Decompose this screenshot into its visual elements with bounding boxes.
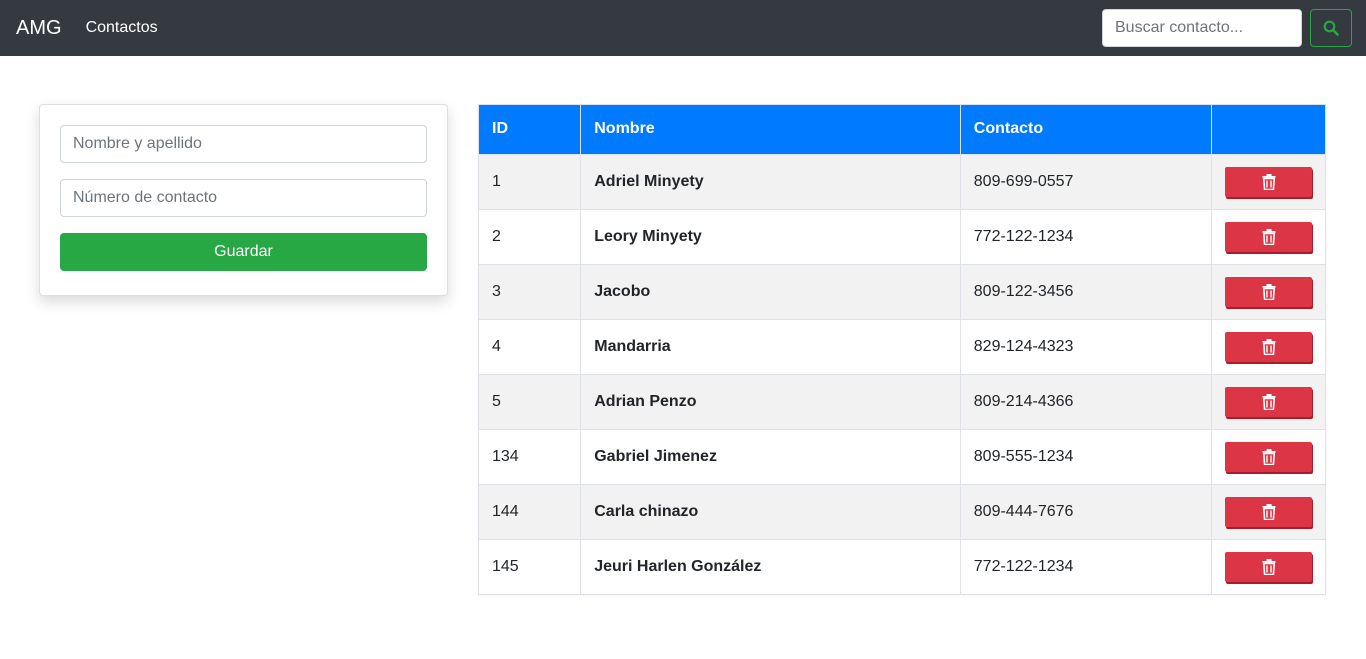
table-row: 144 Carla chinazo 809-444-7676 (479, 483, 1325, 539)
trash-icon (1262, 173, 1275, 190)
table-row: 1 Adriel Minyety 809-699-0557 (479, 153, 1325, 209)
cell-contact: 809-555-1234 (960, 428, 1213, 484)
delete-button[interactable] (1225, 496, 1312, 527)
delete-button[interactable] (1225, 441, 1312, 472)
cell-contact: 829-124-4323 (960, 318, 1213, 374)
cell-name: Adriel Minyety (580, 153, 961, 209)
header-nombre: Nombre (580, 105, 961, 154)
trash-icon (1262, 228, 1275, 245)
cell-actions (1211, 483, 1325, 539)
trash-icon (1262, 338, 1275, 355)
cell-id: 4 (479, 318, 582, 374)
delete-button[interactable] (1225, 386, 1312, 417)
nav-link-contactos[interactable]: Contactos (86, 19, 158, 37)
cell-id: 2 (479, 208, 582, 264)
header-actions (1211, 105, 1325, 154)
search-input[interactable] (1102, 9, 1302, 47)
cell-id: 3 (479, 263, 582, 319)
delete-button[interactable] (1225, 221, 1312, 252)
contacts-table: ID Nombre Contacto 1 Adriel Minyety 809-69… (478, 104, 1326, 595)
search-form (1102, 9, 1352, 47)
header-contacto: Contacto (960, 105, 1213, 154)
cell-id: 144 (479, 483, 582, 539)
delete-button[interactable] (1225, 331, 1312, 362)
table-row: 3 Jacobo 809-122-3456 (479, 263, 1325, 319)
name-field[interactable] (60, 125, 427, 163)
cell-actions (1211, 208, 1325, 264)
cell-actions (1211, 263, 1325, 319)
trash-icon (1262, 283, 1275, 300)
cell-actions (1211, 428, 1325, 484)
cell-actions (1211, 538, 1325, 594)
cell-name: Adrian Penzo (580, 373, 961, 429)
trash-icon (1262, 393, 1275, 410)
table-row: 4 Mandarria 829-124-4323 (479, 318, 1325, 374)
cell-id: 1 (479, 153, 582, 209)
trash-icon (1262, 558, 1275, 575)
brand-link[interactable]: AMG (16, 17, 62, 40)
table-row: 134 Gabriel Jimenez 809-555-1234 (479, 428, 1325, 484)
navbar: AMG Contactos (0, 0, 1366, 56)
cell-id: 5 (479, 373, 582, 429)
cell-contact: 809-214-4366 (960, 373, 1213, 429)
delete-button[interactable] (1225, 166, 1312, 197)
table-header-row: ID Nombre Contacto (479, 105, 1325, 154)
contact-form-card: Guardar (39, 104, 448, 296)
delete-button[interactable] (1225, 551, 1312, 582)
trash-icon (1262, 448, 1275, 465)
cell-contact: 809-699-0557 (960, 153, 1213, 209)
cell-contact: 772-122-1234 (960, 208, 1213, 264)
cell-id: 145 (479, 538, 582, 594)
table-row: 145 Jeuri Harlen González 772-122-1234 (479, 538, 1325, 594)
cell-name: Carla chinazo (580, 483, 961, 539)
cell-actions (1211, 373, 1325, 429)
save-button[interactable]: Guardar (60, 233, 427, 271)
table-row: 5 Adrian Penzo 809-214-4366 (479, 373, 1325, 429)
cell-name: Leory Minyety (580, 208, 961, 264)
search-icon (1323, 20, 1339, 36)
cell-name: Jeuri Harlen González (580, 538, 961, 594)
cell-contact: 809-444-7676 (960, 483, 1213, 539)
search-button[interactable] (1310, 9, 1352, 47)
table-row: 2 Leory Minyety 772-122-1234 (479, 208, 1325, 264)
cell-contact: 809-122-3456 (960, 263, 1213, 319)
cell-id: 134 (479, 428, 582, 484)
phone-field[interactable] (60, 179, 427, 217)
trash-icon (1262, 503, 1275, 520)
header-id: ID (479, 105, 582, 154)
delete-button[interactable] (1225, 276, 1312, 307)
cell-actions (1211, 153, 1325, 209)
cell-name: Gabriel Jimenez (580, 428, 961, 484)
cell-actions (1211, 318, 1325, 374)
cell-contact: 772-122-1234 (960, 538, 1213, 594)
cell-name: Jacobo (580, 263, 961, 319)
cell-name: Mandarria (580, 318, 961, 374)
